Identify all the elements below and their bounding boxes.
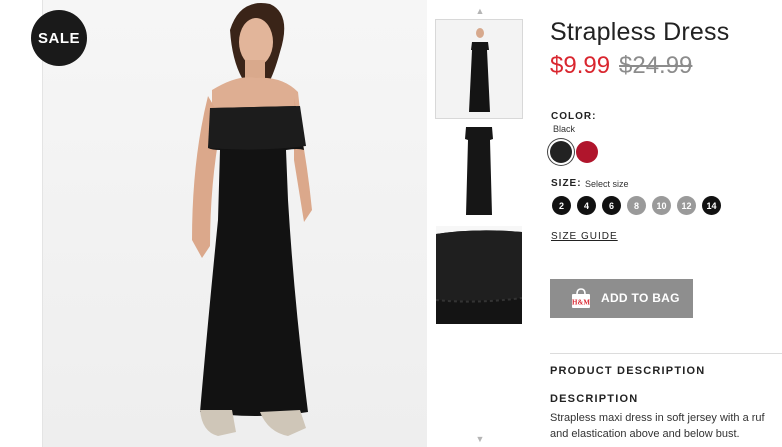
description-text: Strapless maxi dress in soft jersey with… — [550, 410, 782, 442]
selected-color: Black — [553, 124, 576, 134]
original-price: $24.99 — [619, 52, 693, 79]
sale-price: $9.99 — [550, 52, 611, 79]
thumbnail-3[interactable] — [436, 226, 522, 324]
size-option-4[interactable]: 4 — [577, 196, 596, 215]
thumbnail-image — [436, 20, 522, 118]
sale-badge: SALE — [31, 10, 87, 66]
description-line-2: and elastication above and below bust. — [550, 428, 740, 440]
chevron-down-icon[interactable]: ▼ — [473, 434, 487, 444]
image-border — [42, 0, 43, 447]
size-select-prompt: Select size — [585, 179, 629, 189]
main-product-image[interactable] — [42, 0, 427, 447]
size-option-8[interactable]: 8 — [627, 196, 646, 215]
description-line-1: Strapless maxi dress in soft jersey with… — [550, 412, 765, 424]
size-option-2[interactable]: 2 — [552, 196, 571, 215]
shopping-bag-icon: H&M — [572, 288, 590, 308]
color-label: COLOR: — [551, 111, 597, 122]
size-guide-link[interactable]: SIZE GUIDE — [551, 231, 618, 242]
add-to-bag-label: ADD TO BAG — [601, 291, 680, 305]
add-to-bag-button[interactable]: H&M ADD TO BAG — [550, 279, 693, 318]
color-swatch-red[interactable] — [576, 141, 598, 163]
thumbnail-image — [436, 123, 522, 221]
description-heading: DESCRIPTION — [550, 393, 639, 405]
size-option-10[interactable]: 10 — [652, 196, 671, 215]
size-label: SIZE: — [551, 178, 582, 189]
chevron-up-icon[interactable]: ▲ — [473, 6, 487, 16]
bag-logo-text: H&M — [572, 299, 590, 307]
thumbnail-image — [436, 226, 522, 324]
thumbnail-2[interactable] — [436, 123, 522, 221]
color-swatch-black[interactable] — [550, 141, 572, 163]
section-divider — [550, 353, 782, 354]
model-photo — [42, 0, 427, 447]
product-title: Strapless Dress — [550, 18, 730, 46]
size-option-6[interactable]: 6 — [602, 196, 621, 215]
thumbnail-1[interactable] — [435, 19, 523, 119]
product-description-heading: PRODUCT DESCRIPTION — [550, 365, 706, 377]
size-option-14[interactable]: 14 — [702, 196, 721, 215]
size-option-12[interactable]: 12 — [677, 196, 696, 215]
